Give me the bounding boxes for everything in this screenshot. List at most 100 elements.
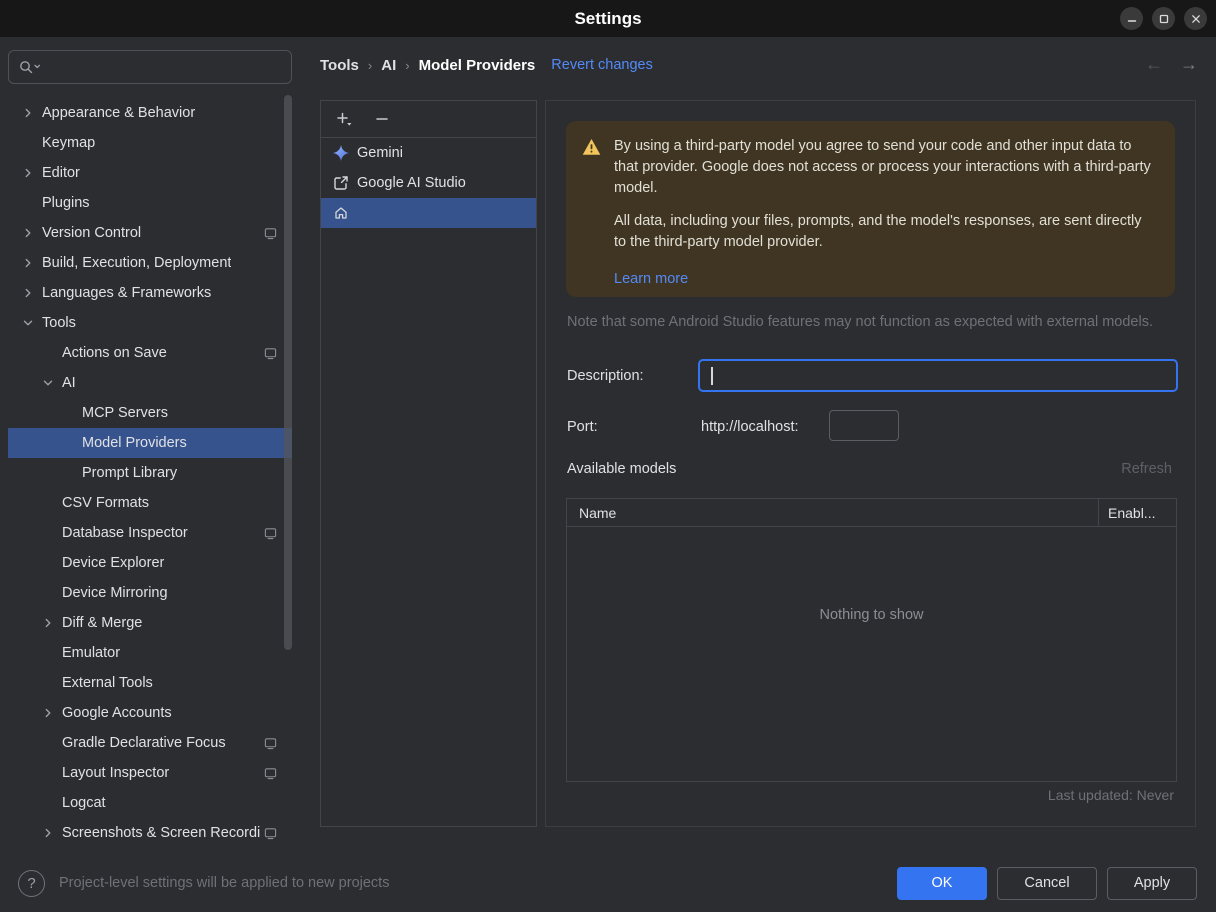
plus-icon <box>337 112 352 126</box>
sidebar-item-plugins[interactable]: Plugins <box>8 188 292 218</box>
titlebar: Settings <box>0 0 1216 37</box>
sidebar-item-label: Languages & Frameworks <box>42 285 212 301</box>
sidebar-item-appearance-behavior[interactable]: Appearance & Behavior <box>8 98 292 128</box>
sidebar-item-diff-merge[interactable]: Diff & Merge <box>8 608 292 638</box>
settings-tree: Appearance & Behavior Keymap Editor Plugins… <box>8 98 292 845</box>
sidebar-item-label: Prompt Library <box>82 465 178 481</box>
ok-button[interactable]: OK <box>897 866 987 900</box>
external-models-note: Note that some Android Studio features m… <box>567 314 1153 330</box>
dialog-footer: ? Project-level settings will be applied… <box>0 854 1216 912</box>
sidebar-item-tools[interactable]: Tools <box>8 308 292 338</box>
port-prefix-label: http://localhost: <box>701 419 799 435</box>
add-provider-button[interactable] <box>331 106 357 132</box>
sidebar-scrollbar[interactable] <box>284 95 292 650</box>
sidebar-item-label: Database Inspector <box>62 525 188 541</box>
warning-paragraph-1: By using a third-party model you agree t… <box>614 138 1151 197</box>
forward-arrow-icon[interactable]: → <box>1180 54 1198 75</box>
provider-item-google-ai-studio[interactable]: Google AI Studio <box>321 168 536 198</box>
sidebar-item-label: Model Providers <box>82 435 187 451</box>
provider-item-gemini[interactable]: Gemini <box>321 138 536 168</box>
settings-window: Settings Tools › AI › Model Providers Re… <box>0 0 1216 912</box>
sidebar-item-screenshots-screen-recordi[interactable]: Screenshots & Screen Recordi <box>8 818 292 845</box>
warning-icon <box>582 138 601 283</box>
footer-buttons: OK Cancel Apply <box>897 866 1197 900</box>
sidebar-item-database-inspector[interactable]: Database Inspector <box>8 518 292 548</box>
sidebar-item-emulator[interactable]: Emulator <box>8 638 292 668</box>
breadcrumb-model-providers: Model Providers <box>418 56 536 74</box>
sidebar-item-build-execution-deployment[interactable]: Build, Execution, Deployment <box>8 248 292 278</box>
sidebar-item-editor[interactable]: Editor <box>8 158 292 188</box>
settings-sidebar: Appearance & Behavior Keymap Editor Plugins… <box>8 45 292 845</box>
breadcrumb-ai[interactable]: AI <box>381 57 396 74</box>
chevron-right-icon[interactable] <box>22 227 42 239</box>
description-input[interactable] <box>698 359 1178 392</box>
chevron-right-icon[interactable] <box>22 107 42 119</box>
port-label: Port: <box>567 419 598 435</box>
sidebar-item-languages-frameworks[interactable]: Languages & Frameworks <box>8 278 292 308</box>
sidebar-item-label: Device Mirroring <box>62 585 168 601</box>
provider-item-label: Gemini <box>357 145 403 161</box>
back-arrow-icon[interactable]: ← <box>1145 54 1163 75</box>
sidebar-item-device-explorer[interactable]: Device Explorer <box>8 548 292 578</box>
search-input[interactable] <box>48 58 282 76</box>
maximize-icon <box>1159 14 1168 23</box>
learn-more-link[interactable]: Learn more <box>614 269 688 290</box>
maximize-button[interactable] <box>1152 7 1175 30</box>
chevron-right-icon[interactable] <box>42 617 62 629</box>
sidebar-item-label: Appearance & Behavior <box>42 105 196 121</box>
sidebar-item-external-tools[interactable]: External Tools <box>8 668 292 698</box>
revert-changes-link[interactable]: Revert changes <box>551 57 653 73</box>
chevron-right-icon[interactable] <box>42 707 62 719</box>
footer-note: Project-level settings will be applied t… <box>59 875 390 891</box>
minimize-button[interactable] <box>1120 7 1143 30</box>
chevron-down-icon[interactable] <box>22 317 42 329</box>
google-ai-studio-icon <box>333 175 349 191</box>
sidebar-item-label: Tools <box>42 315 76 331</box>
search-field[interactable] <box>8 50 292 84</box>
sidebar-item-model-providers[interactable]: Model Providers <box>8 428 292 458</box>
sidebar-item-label: CSV Formats <box>62 495 150 511</box>
monitor-icon <box>264 527 277 540</box>
refresh-button[interactable]: Refresh <box>1121 461 1172 477</box>
column-header-name[interactable]: Name <box>567 499 1098 526</box>
sidebar-item-logcat[interactable]: Logcat <box>8 788 292 818</box>
text-caret <box>711 366 713 385</box>
port-input[interactable] <box>829 410 899 441</box>
providers-list: Gemini Google AI Studio <box>321 138 536 228</box>
column-header-enabled[interactable]: Enabl... <box>1098 499 1176 526</box>
chevron-right-icon[interactable] <box>22 257 42 269</box>
remove-provider-button[interactable] <box>369 106 395 132</box>
chevron-right-icon[interactable] <box>22 287 42 299</box>
close-button[interactable] <box>1184 7 1207 30</box>
sidebar-item-keymap[interactable]: Keymap <box>8 128 292 158</box>
sidebar-item-label: Actions on Save <box>62 345 167 361</box>
sidebar-item-google-accounts[interactable]: Google Accounts <box>8 698 292 728</box>
sidebar-item-mcp-servers[interactable]: MCP Servers <box>8 398 292 428</box>
models-table-header: Name Enabl... <box>567 499 1176 527</box>
chevron-right-icon[interactable] <box>22 167 42 179</box>
sidebar-item-device-mirroring[interactable]: Device Mirroring <box>8 578 292 608</box>
sidebar-item-ai[interactable]: AI <box>8 368 292 398</box>
chevron-right-icon[interactable] <box>42 827 62 839</box>
sidebar-item-label: Layout Inspector <box>62 765 170 781</box>
sidebar-item-layout-inspector[interactable]: Layout Inspector <box>8 758 292 788</box>
cancel-button[interactable]: Cancel <box>997 866 1097 900</box>
sidebar-item-prompt-library[interactable]: Prompt Library <box>8 458 292 488</box>
sidebar-item-label: External Tools <box>62 675 153 691</box>
chevron-down-icon[interactable] <box>42 377 62 389</box>
sidebar-item-label: Diff & Merge <box>62 615 143 631</box>
available-models-label: Available models <box>567 461 677 477</box>
help-icon[interactable]: ? <box>18 869 45 897</box>
sidebar-item-csv-formats[interactable]: CSV Formats <box>8 488 292 518</box>
sidebar-item-actions-on-save[interactable]: Actions on Save <box>8 338 292 368</box>
breadcrumb-separator-icon: › <box>405 57 410 73</box>
sidebar-item-gradle-declarative-focus[interactable]: Gradle Declarative Focus <box>8 728 292 758</box>
breadcrumb-tools[interactable]: Tools <box>320 57 359 74</box>
monitor-icon <box>264 737 277 750</box>
providers-panel: Gemini Google AI Studio <box>320 100 537 827</box>
apply-button[interactable]: Apply <box>1107 866 1197 900</box>
provider-details-panel: By using a third-party model you agree t… <box>545 100 1196 827</box>
provider-item-new[interactable] <box>321 198 536 228</box>
sidebar-item-version-control[interactable]: Version Control <box>8 218 292 248</box>
minimize-icon <box>1127 19 1136 22</box>
